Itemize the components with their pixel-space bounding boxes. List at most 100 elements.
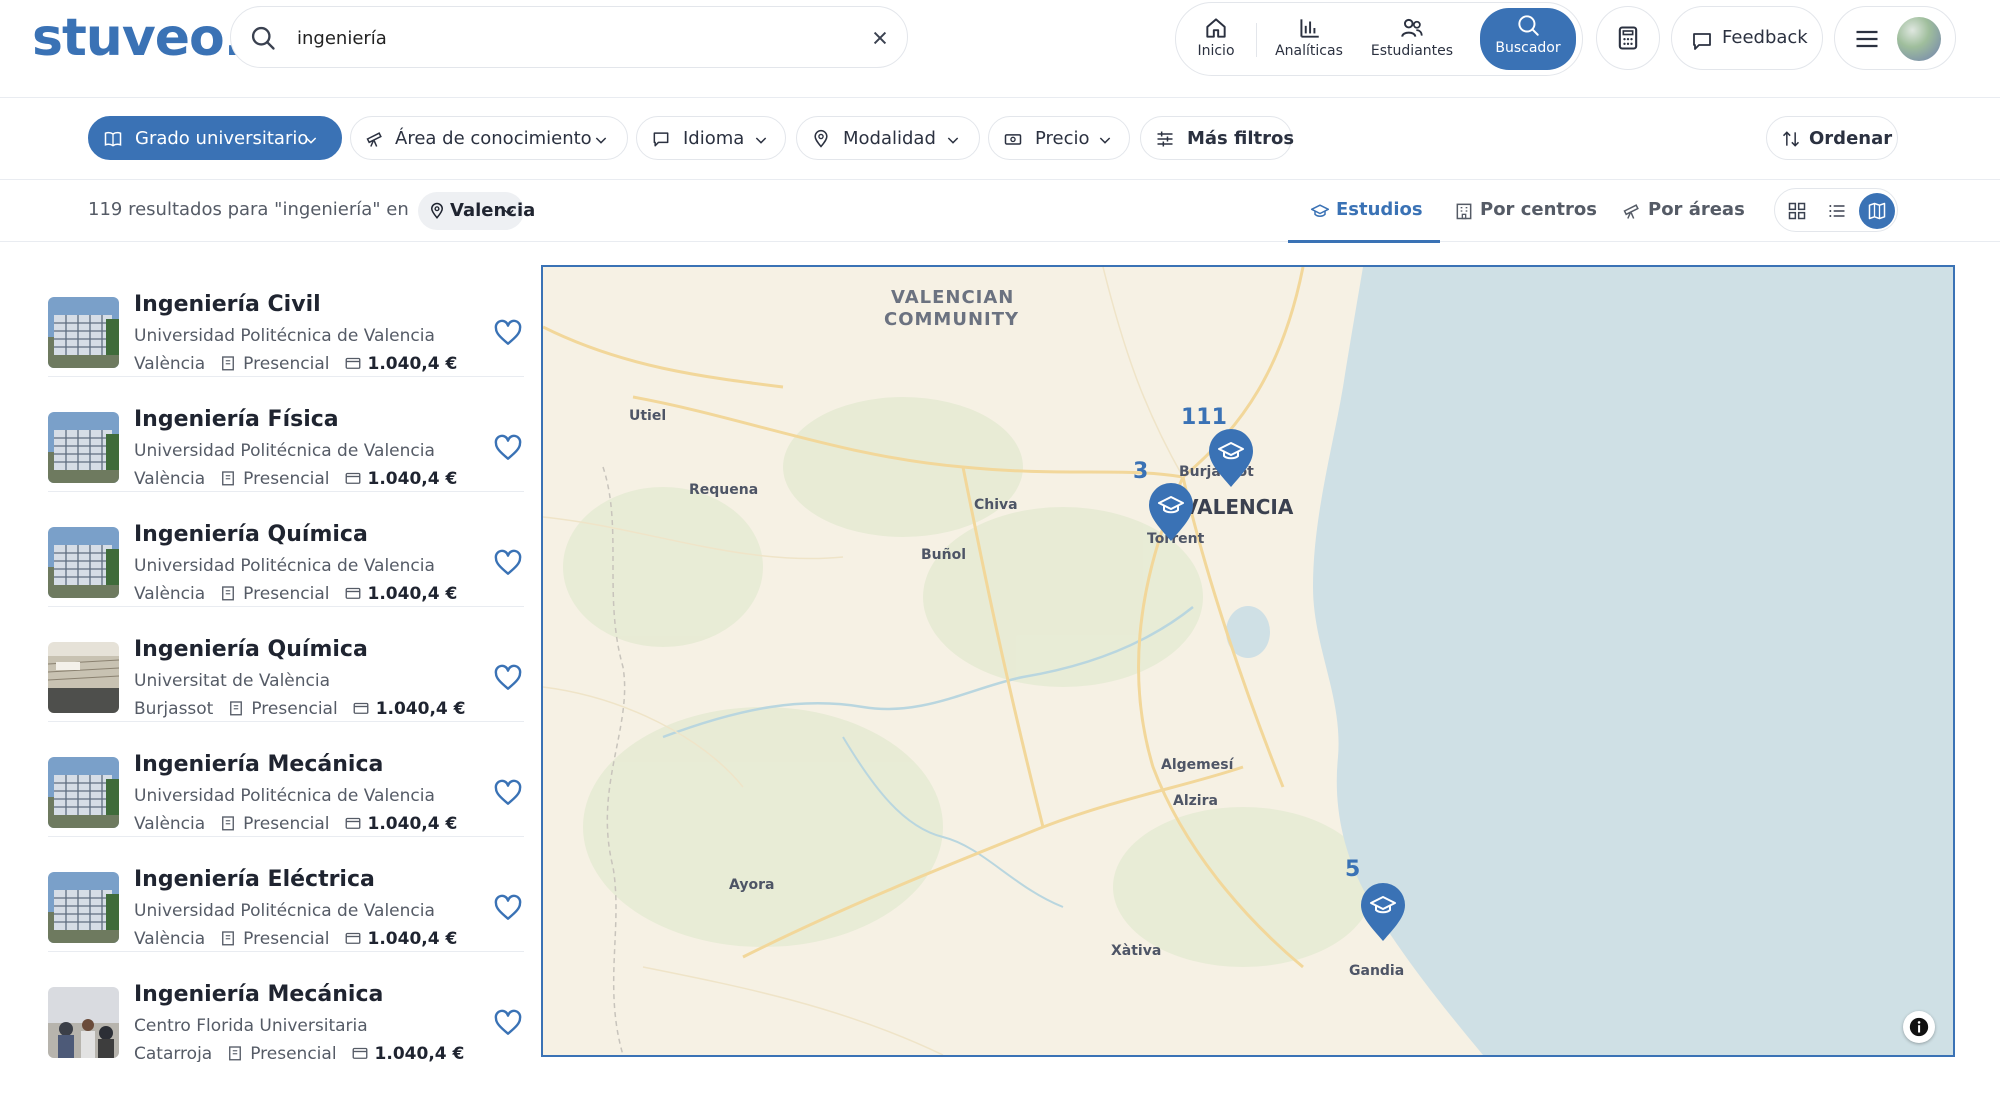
filter-idioma[interactable]: Idioma xyxy=(636,116,786,160)
user-menu[interactable] xyxy=(1834,6,1956,70)
map-place-label: Requena xyxy=(689,482,759,498)
card-title[interactable]: Ingeniería Mecánica xyxy=(134,752,383,777)
filter-bar: Grado universitario Área de conocimiento… xyxy=(0,98,2000,180)
heart-icon[interactable] xyxy=(492,892,524,924)
info-icon xyxy=(1909,1017,1929,1037)
tab-label: Estudios xyxy=(1336,199,1423,220)
search-input[interactable] xyxy=(297,21,837,55)
card-meta: València Presencial 1.040,4 € xyxy=(134,584,457,604)
result-card[interactable]: Ingeniería Mecánica Universidad Politécn… xyxy=(48,722,524,837)
map-place-label: Alzira xyxy=(1173,793,1218,809)
filter-label: Precio xyxy=(1035,128,1090,149)
card-meta: València Presencial 1.040,4 € xyxy=(134,814,457,834)
list-view-button[interactable] xyxy=(1819,193,1855,229)
location-selector[interactable]: Valencia xyxy=(418,192,535,230)
top-bar: stuveo. Inicio Analíticas Estudiantes Bu… xyxy=(0,0,2000,98)
home-icon xyxy=(1206,18,1226,38)
heart-icon[interactable] xyxy=(492,1007,524,1039)
results-map[interactable]: VALENCIAN COMMUNITY Utiel Requena Chiva … xyxy=(541,265,1955,1057)
heart-icon[interactable] xyxy=(492,432,524,464)
heart-icon[interactable] xyxy=(492,662,524,694)
nav-analiticas[interactable]: Analíticas xyxy=(1268,11,1350,69)
feedback-button[interactable]: Feedback xyxy=(1671,6,1823,70)
grid-view-button[interactable] xyxy=(1779,193,1815,229)
card-title[interactable]: Ingeniería Eléctrica xyxy=(134,867,375,892)
users-icon xyxy=(1401,18,1423,37)
card-mode: Presencial xyxy=(243,814,330,834)
close-icon[interactable] xyxy=(867,25,893,51)
tab-por-centros[interactable]: Por centros xyxy=(1454,180,1597,242)
map-city-label: VALENCIA xyxy=(1183,495,1294,519)
card-price: 1.040,4 € xyxy=(367,929,458,949)
filter-precio[interactable]: Precio xyxy=(988,116,1130,160)
card-title[interactable]: Ingeniería Física xyxy=(134,407,339,432)
nav-buscador[interactable]: Buscador xyxy=(1480,8,1576,70)
card-meta: Burjassot Presencial 1.040,4 € xyxy=(134,699,466,719)
card-mode: Presencial xyxy=(251,699,338,719)
heart-icon[interactable] xyxy=(492,777,524,809)
campus-thumbnail xyxy=(48,527,119,598)
avatar[interactable] xyxy=(1897,17,1941,61)
nav-estudiantes[interactable]: Estudiantes xyxy=(1360,11,1464,69)
map-place-label: Chiva xyxy=(974,497,1018,513)
telescope-icon xyxy=(1623,204,1639,219)
book-icon xyxy=(104,131,122,147)
building-icon xyxy=(1456,203,1472,220)
tab-label: Por centros xyxy=(1480,199,1597,220)
sort-button[interactable]: Ordenar xyxy=(1766,116,1898,160)
result-card[interactable]: Ingeniería Física Universidad Politécnic… xyxy=(48,377,524,492)
tab-por-areas[interactable]: Por áreas xyxy=(1622,180,1745,242)
map-info-button[interactable] xyxy=(1903,1011,1935,1043)
results-list: Ingeniería Civil Universidad Politécnica… xyxy=(48,262,524,1062)
building-icon xyxy=(222,471,235,486)
card-city: Burjassot xyxy=(134,699,214,719)
card-price: 1.040,4 € xyxy=(374,1044,465,1062)
building-icon xyxy=(222,816,235,831)
card-city: València xyxy=(134,814,206,834)
card-mode: Presencial xyxy=(243,584,330,604)
result-card[interactable]: Ingeniería Química Universidad Politécni… xyxy=(48,492,524,607)
credit-card-icon xyxy=(345,472,360,484)
result-card[interactable]: Ingeniería Eléctrica Universidad Politéc… xyxy=(48,837,524,952)
card-title[interactable]: Ingeniería Química xyxy=(134,637,368,662)
filter-mas-filtros[interactable]: Más filtros xyxy=(1140,116,1294,160)
filter-modalidad[interactable]: Modalidad xyxy=(796,116,980,160)
map-pin-icon[interactable] xyxy=(1359,881,1407,943)
map-view-button[interactable] xyxy=(1859,193,1895,229)
sliders-icon xyxy=(1157,131,1173,147)
location-label: Valencia xyxy=(450,200,536,221)
result-card[interactable]: Ingeniería Mecánica Centro Florida Unive… xyxy=(48,952,524,1062)
map-region-label: COMMUNITY xyxy=(884,309,1020,330)
credit-card-icon xyxy=(353,702,369,714)
building-icon xyxy=(229,1046,242,1061)
heart-icon[interactable] xyxy=(492,547,524,579)
card-university: Universidad Politécnica de Valencia xyxy=(134,556,435,576)
money-icon xyxy=(1004,134,1022,145)
result-card[interactable]: Ingeniería Química Universitat de Valènc… xyxy=(48,607,524,722)
card-title[interactable]: Ingeniería Civil xyxy=(134,292,321,317)
heart-icon[interactable] xyxy=(492,317,524,349)
nav-inicio[interactable]: Inicio xyxy=(1184,11,1248,69)
result-card[interactable]: Ingeniería Civil Universidad Politécnica… xyxy=(48,262,524,377)
map-pin-icon[interactable] xyxy=(1147,481,1195,543)
search-bar xyxy=(230,6,908,68)
hamburger-menu-icon[interactable] xyxy=(1853,25,1881,53)
map-pin-icon[interactable] xyxy=(1207,427,1255,489)
card-university: Universidad Politécnica de Valencia xyxy=(134,786,435,806)
campus-thumbnail xyxy=(48,872,119,943)
card-city: València xyxy=(134,354,206,374)
calculator-button[interactable] xyxy=(1596,6,1660,70)
tab-estudios[interactable]: Estudios xyxy=(1288,180,1440,243)
card-title[interactable]: Ingeniería Mecánica xyxy=(134,982,383,1007)
credit-card-icon xyxy=(345,817,360,829)
map-place-label: Xàtiva xyxy=(1111,943,1162,959)
bar-chart-icon xyxy=(1300,19,1319,38)
campus-thumbnail xyxy=(48,412,119,483)
filter-grado-universitario[interactable]: Grado universitario xyxy=(88,116,342,160)
map-icon xyxy=(1868,202,1886,220)
card-title[interactable]: Ingeniería Química xyxy=(134,522,368,547)
logo[interactable]: stuveo. xyxy=(32,8,243,68)
map-cluster-count: 5 xyxy=(1345,857,1361,882)
filter-area-conocimiento[interactable]: Área de conocimiento xyxy=(350,116,628,160)
card-university: Universidad Politécnica de Valencia xyxy=(134,441,435,461)
